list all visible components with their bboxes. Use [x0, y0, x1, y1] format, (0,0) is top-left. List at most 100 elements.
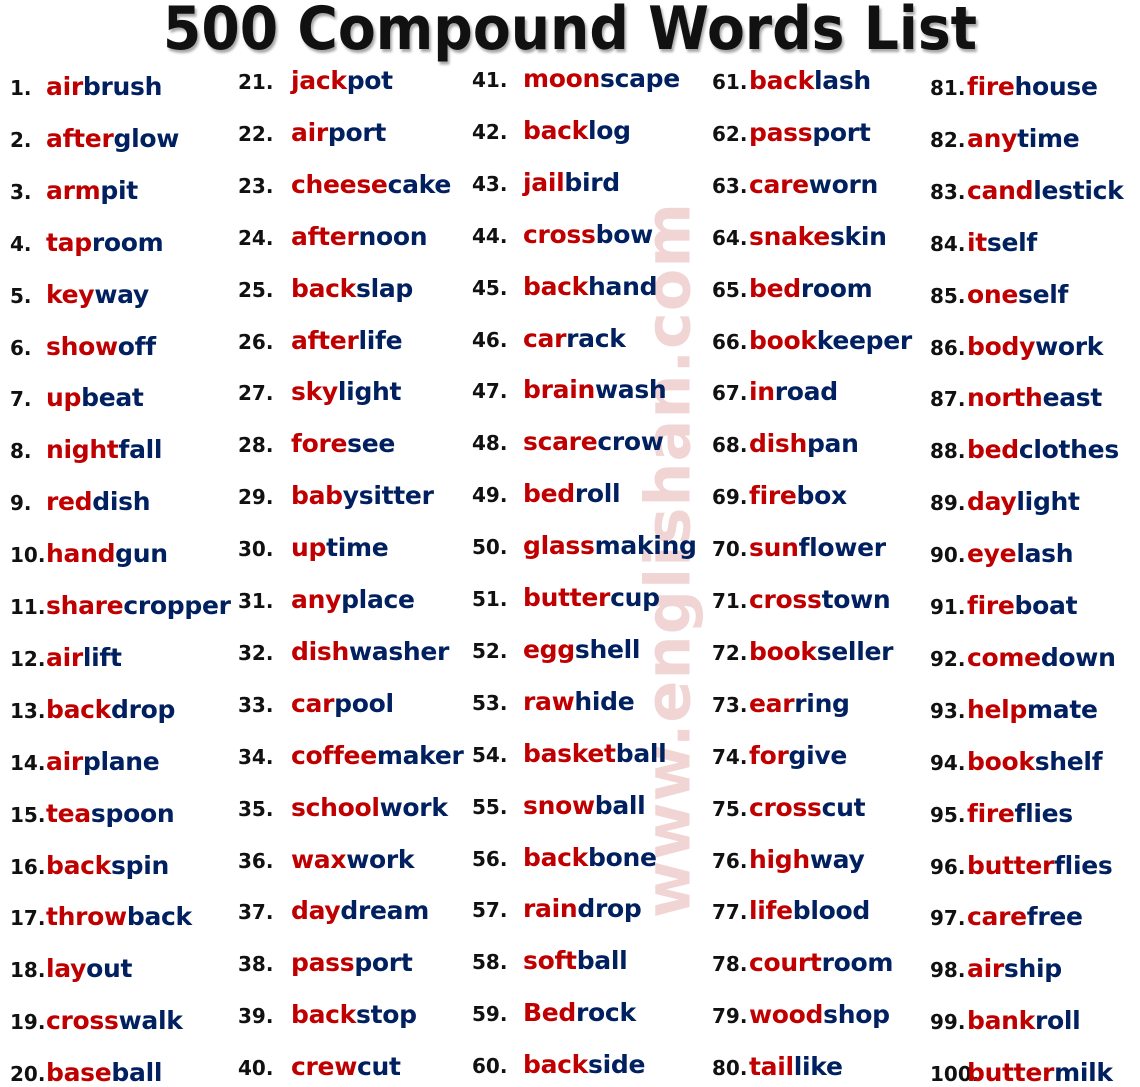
list-item: 96.butterflies: [930, 851, 1113, 880]
word-first-part: base: [46, 1058, 112, 1087]
compound-word: sunflower: [749, 533, 886, 562]
compound-word: dishwasher: [291, 637, 449, 666]
item-number: 100.: [930, 1062, 980, 1087]
item-number: 34.: [238, 744, 274, 769]
compound-word: scarecrow: [523, 427, 664, 456]
compound-word: passport: [749, 118, 871, 147]
item-number: 12.: [10, 646, 46, 671]
word-first-part: life: [749, 896, 793, 926]
item-number: 43.: [472, 171, 508, 196]
list-item: 72.bookseller: [712, 637, 893, 666]
list-item: 65.bedroom: [712, 274, 873, 303]
compound-word: firebox: [749, 481, 847, 510]
word-second-part: pool: [334, 688, 394, 718]
word-second-part: ball: [615, 738, 667, 768]
list-item: 14.airplane: [10, 746, 160, 776]
word-second-part: beat: [81, 383, 144, 413]
list-item: 95.fireflies: [930, 799, 1073, 828]
word-second-part: blood: [792, 896, 871, 926]
compound-word: eggshell: [523, 635, 640, 664]
item-number: 70.: [712, 537, 748, 562]
list-item: 37. daydream: [238, 896, 429, 925]
word-first-part: tail: [749, 1052, 794, 1082]
compound-word: baseball: [46, 1058, 162, 1087]
compound-word: anyplace: [291, 585, 415, 614]
compound-word: taillike: [749, 1052, 843, 1081]
compound-word: jackpot: [291, 66, 393, 95]
compound-word: teaspoon: [46, 798, 175, 828]
item-number: 82.: [930, 127, 966, 152]
word-first-part: Bed: [523, 998, 577, 1028]
item-number: 87.: [930, 387, 966, 412]
word-first-part: cand: [967, 175, 1034, 205]
item-number: 97.: [930, 906, 966, 931]
list-item: 71.crosstown: [712, 585, 891, 614]
word-second-part: off: [117, 331, 156, 361]
compound-word: woodshop: [749, 1000, 890, 1029]
list-item: 78.courtroom: [712, 948, 893, 977]
word-first-part: egg: [523, 634, 575, 664]
word-second-part: spoon: [90, 798, 175, 828]
list-item: 63.careworn: [712, 170, 878, 199]
word-second-part: cut: [357, 1052, 401, 1082]
word-second-part: milk: [1054, 1058, 1113, 1087]
item-number: 58.: [472, 950, 508, 975]
word-first-part: car: [523, 323, 567, 353]
item-number: 57.: [472, 898, 508, 923]
word-second-part: ball: [111, 1058, 163, 1087]
word-first-part: raw: [523, 686, 575, 716]
word-first-part: north: [967, 383, 1043, 413]
word-second-part: hide: [574, 686, 635, 716]
word-first-part: air: [967, 954, 1004, 984]
compound-word: handgun: [46, 539, 168, 568]
word-second-part: roll: [574, 479, 621, 509]
compound-word: bedclothes: [967, 435, 1119, 464]
item-number: 23.: [238, 173, 274, 198]
word-first-part: air: [46, 746, 83, 776]
word-second-part: bird: [564, 167, 620, 197]
compound-word: nightfall: [46, 435, 163, 464]
item-number: 99.: [930, 1010, 966, 1035]
list-item: 81.firehouse: [930, 72, 1098, 101]
word-second-part: mate: [1027, 694, 1098, 724]
word-second-part: out: [86, 954, 133, 984]
compound-word: throwback: [46, 902, 192, 931]
item-number: 51.: [472, 587, 508, 611]
word-second-part: way: [94, 279, 149, 309]
word-first-part: up: [46, 383, 82, 413]
item-number: 56.: [472, 846, 508, 871]
item-number: 18.: [10, 958, 46, 983]
item-number: 89.: [930, 491, 966, 516]
word-second-part: crow: [597, 427, 664, 457]
compound-word: bookseller: [749, 637, 893, 666]
word-second-part: pit: [100, 175, 138, 205]
word-second-part: cake: [387, 169, 452, 199]
item-number: 17.: [10, 906, 46, 931]
list-item: 11.sharecropper: [10, 591, 231, 620]
word-second-part: bow: [595, 219, 654, 249]
item-number: 26.: [238, 329, 274, 354]
list-item: 91.fireboat: [930, 591, 1078, 620]
item-number: 62.: [712, 121, 748, 146]
list-item: 61.backlash: [712, 66, 871, 95]
item-number: 76.: [712, 848, 748, 873]
word-first-part: cross: [46, 1006, 119, 1036]
compound-word: glassmaking: [523, 531, 697, 560]
word-second-part: way: [809, 844, 865, 874]
compound-word: backslap: [291, 274, 413, 303]
page-title: 500 Compound Words List: [162, 0, 978, 64]
word-first-part: basket: [523, 738, 616, 768]
item-number: 40.: [238, 1056, 274, 1081]
word-first-part: back: [523, 115, 589, 145]
word-first-part: help: [967, 694, 1028, 724]
item-number: 86.: [930, 335, 966, 360]
item-number: 25.: [238, 277, 274, 302]
word-first-part: care: [749, 169, 809, 199]
compound-word: airport: [291, 118, 386, 147]
word-first-part: tea: [46, 798, 91, 828]
word-second-part: work: [346, 844, 415, 874]
list-item: 66.bookkeeper: [712, 326, 912, 355]
item-number: 37.: [238, 900, 274, 925]
list-item: 23. cheesecake: [238, 170, 451, 199]
word-first-part: after: [46, 123, 114, 153]
